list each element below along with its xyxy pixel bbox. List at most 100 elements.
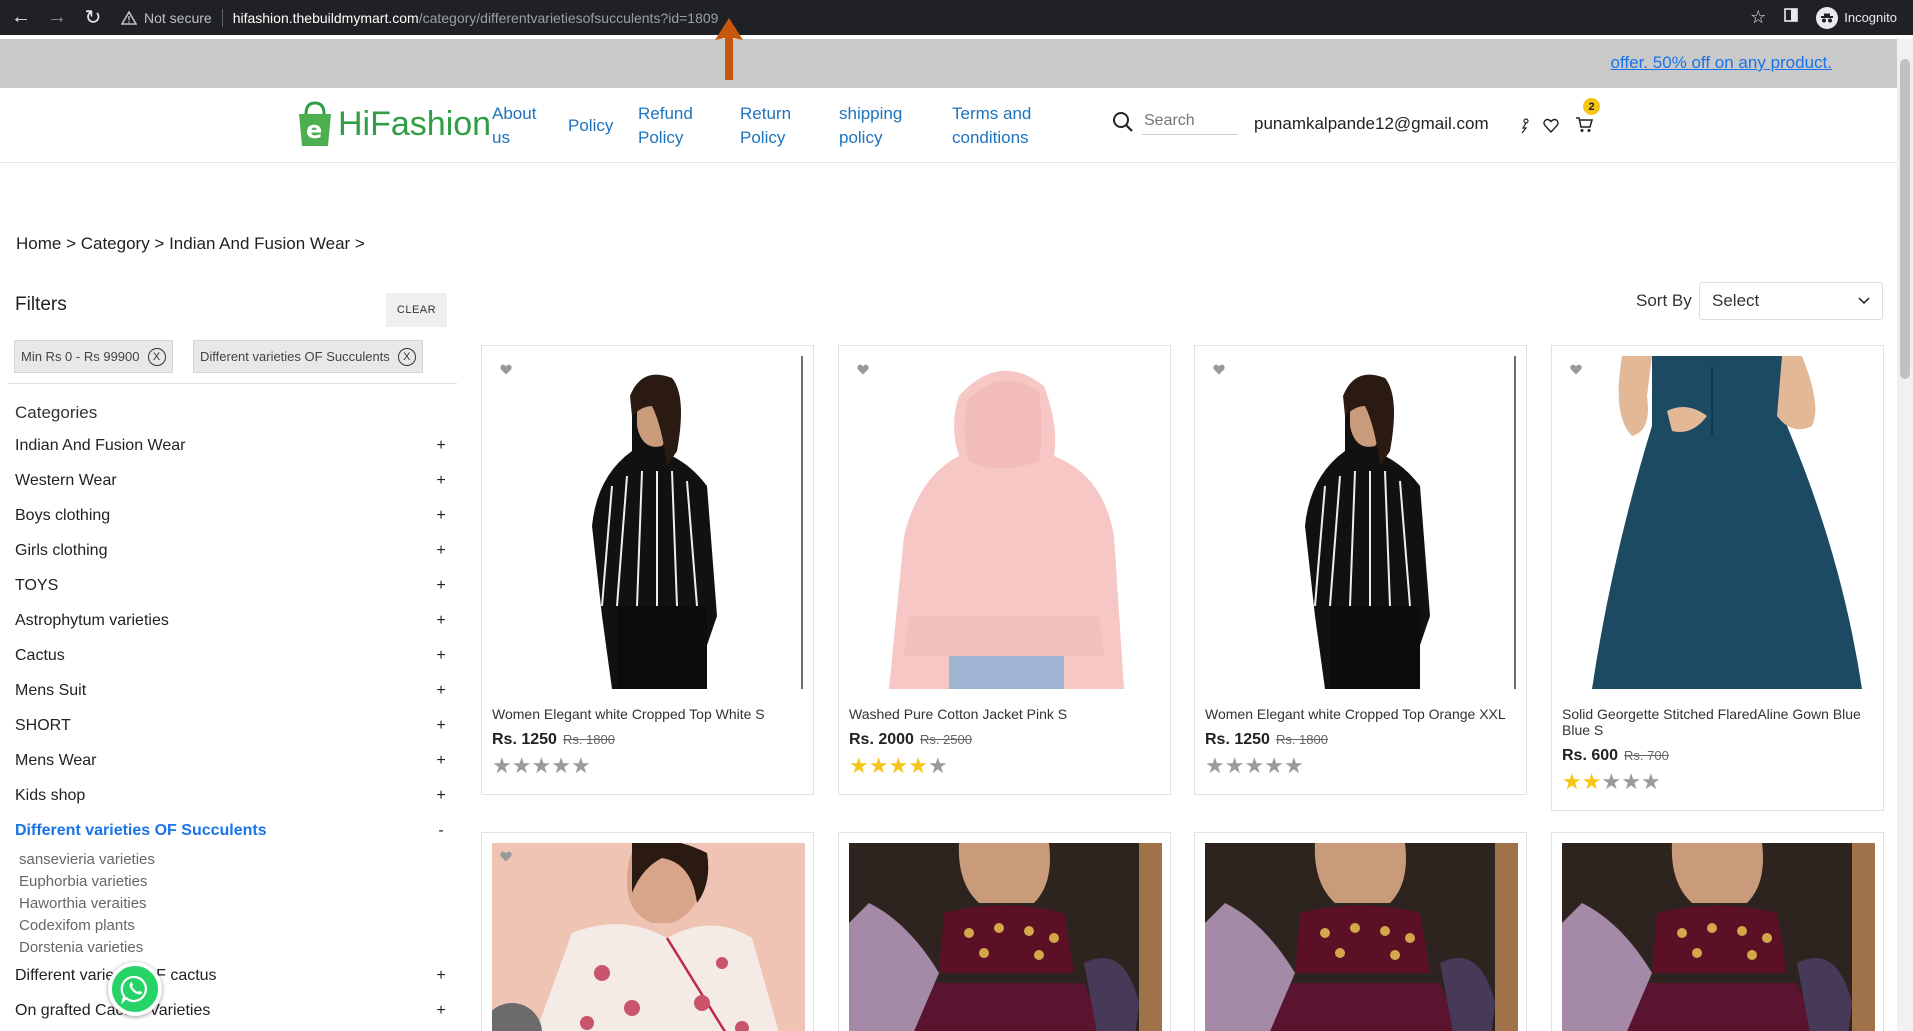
sort-select[interactable]: Select: [1699, 282, 1883, 320]
category-item[interactable]: Different varieties OF cactus+: [15, 967, 447, 985]
search-icon[interactable]: [1112, 111, 1134, 133]
expand-icon[interactable]: +: [435, 507, 447, 525]
wishlist-heart-icon[interactable]: [857, 362, 869, 380]
sale-price: Rs. 1250: [492, 731, 557, 748]
star-empty-icon: ★: [1621, 769, 1641, 794]
expand-icon[interactable]: +: [435, 612, 447, 630]
category-item[interactable]: Indian And Fusion Wear +: [15, 437, 447, 455]
category-item[interactable]: Mens Wear +: [15, 752, 447, 770]
product-image[interactable]: [492, 356, 805, 689]
product-image[interactable]: [1562, 843, 1875, 1031]
cart-icon[interactable]: [1575, 116, 1593, 138]
wishlist-heart-icon[interactable]: [500, 849, 512, 867]
category-item[interactable]: SHORT +: [15, 717, 447, 735]
expand-icon[interactable]: +: [435, 577, 447, 595]
subcategory-item[interactable]: sansevieria varieties: [19, 851, 155, 868]
collapse-icon[interactable]: -: [435, 822, 447, 840]
category-item[interactable]: Western Wear +: [15, 472, 447, 490]
user-icon[interactable]: [1520, 118, 1530, 139]
wishlist-heart-icon[interactable]: [1570, 362, 1582, 380]
site-logo[interactable]: e HiFashion: [296, 100, 491, 148]
expand-icon[interactable]: +: [435, 787, 447, 805]
product-card[interactable]: [1551, 832, 1884, 1031]
nav-policy[interactable]: Policy: [568, 114, 613, 138]
product-image[interactable]: [849, 356, 1162, 689]
product-name[interactable]: Women Elegant white Cropped Top White S: [492, 706, 805, 722]
product-name[interactable]: Solid Georgette Stitched FlaredAline Gow…: [1562, 706, 1875, 738]
category-label: Kids shop: [15, 787, 86, 804]
subcategory-item[interactable]: Dorstenia varieties: [19, 939, 143, 956]
product-price: Rs. 600 Rs. 700: [1562, 747, 1669, 765]
incognito-indicator[interactable]: Incognito: [1816, 6, 1897, 29]
expand-icon[interactable]: +: [435, 437, 447, 455]
nav-about-us[interactable]: About us: [492, 102, 536, 150]
expand-icon[interactable]: +: [435, 717, 447, 735]
whatsapp-chat-button[interactable]: [108, 962, 162, 1016]
offer-link[interactable]: offer. 50% off on any product.: [1611, 53, 1832, 73]
remove-chip-icon[interactable]: X: [397, 347, 416, 366]
security-label: Not secure: [144, 9, 212, 26]
expand-icon[interactable]: +: [435, 752, 447, 770]
nav-terms-and-conditions[interactable]: Terms and conditions: [952, 102, 1031, 150]
star-empty-icon: ★: [1283, 753, 1304, 778]
subcategory-item[interactable]: Haworthia veraities: [19, 895, 147, 912]
nav-shipping-policy[interactable]: shipping policy: [839, 102, 902, 150]
side-panel-icon[interactable]: [1784, 8, 1799, 27]
subcategory-item[interactable]: Codexifom plants: [19, 917, 135, 934]
expand-icon[interactable]: +: [435, 542, 447, 560]
expand-icon[interactable]: +: [435, 967, 447, 985]
search-input[interactable]: [1142, 108, 1238, 135]
category-item-active[interactable]: Different varieties OF Succulents -: [15, 822, 447, 840]
expand-icon[interactable]: +: [435, 647, 447, 665]
product-image[interactable]: [1562, 356, 1875, 689]
bookmark-star-icon[interactable]: ☆: [1750, 7, 1766, 28]
category-item[interactable]: Cactus +: [15, 647, 447, 665]
user-email[interactable]: punamkalpande12@gmail.com: [1254, 114, 1489, 134]
subcategory-item[interactable]: Euphorbia varieties: [19, 873, 147, 890]
product-image[interactable]: [849, 843, 1162, 1031]
product-image[interactable]: [1205, 843, 1518, 1031]
product-name[interactable]: Washed Pure Cotton Jacket Pink S: [849, 706, 1162, 722]
category-item[interactable]: Kids shop +: [15, 787, 447, 805]
remove-chip-icon[interactable]: X: [147, 347, 166, 366]
forward-icon[interactable]: →: [42, 3, 72, 33]
category-item[interactable]: Girls clothing +: [15, 542, 447, 560]
shopping-bag-logo-icon: e: [299, 101, 331, 146]
expand-icon[interactable]: +: [435, 472, 447, 490]
page-scrollbar[interactable]: [1897, 39, 1913, 1031]
wishlist-heart-icon[interactable]: [1213, 362, 1225, 380]
product-card[interactable]: [481, 832, 814, 1031]
clear-filters-button[interactable]: CLEAR: [386, 293, 447, 327]
expand-icon[interactable]: +: [435, 682, 447, 700]
expand-icon[interactable]: +: [435, 1002, 447, 1020]
product-name[interactable]: Women Elegant white Cropped Top Orange X…: [1205, 706, 1518, 722]
nav-return-policy[interactable]: Return Policy: [740, 102, 791, 150]
category-item[interactable]: Mens Suit +: [15, 682, 447, 700]
wishlist-heart-icon[interactable]: [500, 362, 512, 380]
category-item[interactable]: Boys clothing +: [15, 507, 447, 525]
original-price: Rs. 1800: [1275, 732, 1328, 747]
product-card[interactable]: [1194, 832, 1527, 1031]
category-item[interactable]: On grafted Cactus Varieties +: [15, 1002, 447, 1020]
product-image[interactable]: [1205, 356, 1518, 689]
product-card[interactable]: Women Elegant white Cropped Top White S …: [481, 345, 814, 795]
scrollbar-thumb[interactable]: [1900, 59, 1910, 379]
product-card[interactable]: [838, 832, 1171, 1031]
nav-refund-policy[interactable]: Refund Policy: [638, 102, 693, 150]
product-card[interactable]: Women Elegant white Cropped Top Orange X…: [1194, 345, 1527, 795]
wishlist-heart-icon[interactable]: [1543, 118, 1559, 138]
category-item[interactable]: Astrophytum varieties +: [15, 612, 447, 630]
address-bar[interactable]: Not secure hifashion.thebuildmymart.com /…: [120, 8, 1750, 27]
cart-count-badge: 2: [1583, 98, 1600, 115]
filter-chip-category[interactable]: Different varieties OF Succulents X: [193, 340, 423, 373]
chevron-down-icon: [1858, 297, 1870, 305]
filter-chip-price[interactable]: Min Rs 0 - Rs 99900 X: [14, 340, 173, 373]
product-card[interactable]: Washed Pure Cotton Jacket Pink S Rs. 200…: [838, 345, 1171, 795]
reload-icon[interactable]: ↻: [78, 3, 108, 33]
breadcrumb[interactable]: Home > Category > Indian And Fusion Wear…: [16, 234, 365, 254]
rating-stars: ★★★★★: [492, 753, 591, 779]
back-icon[interactable]: ←: [6, 3, 36, 33]
product-card[interactable]: Solid Georgette Stitched FlaredAline Gow…: [1551, 345, 1884, 811]
category-item[interactable]: TOYS +: [15, 577, 447, 595]
product-image[interactable]: [492, 843, 805, 1031]
